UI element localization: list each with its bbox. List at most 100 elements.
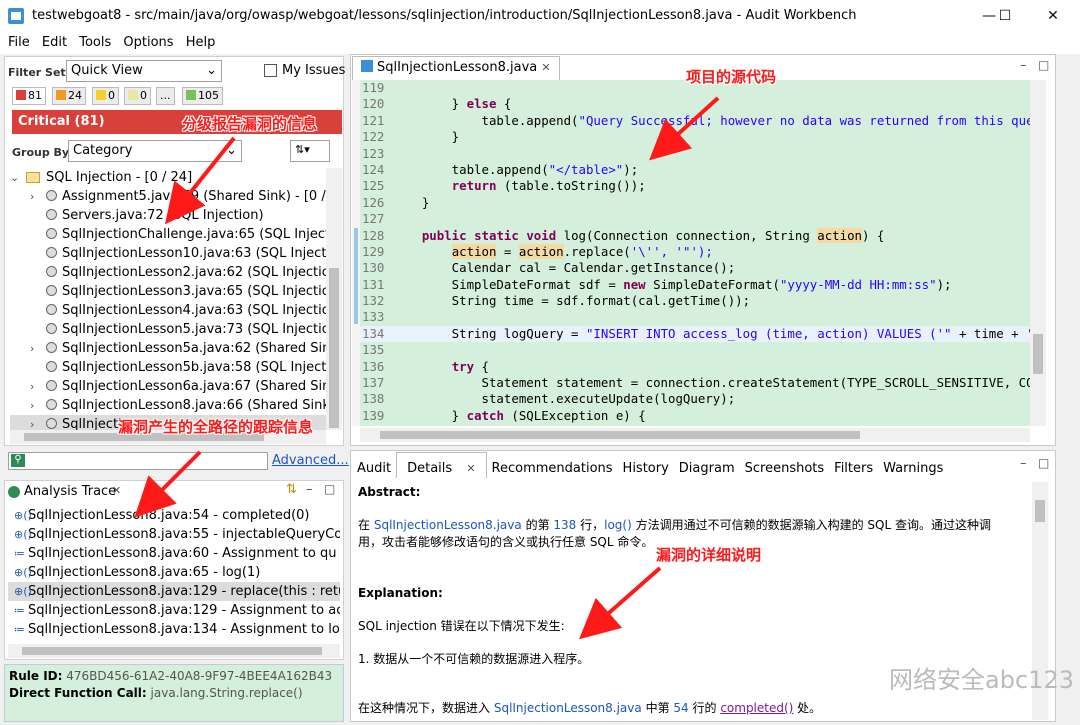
tree-item[interactable]: SqlInjectionLesson4.java:63 (SQL Injecti…	[10, 301, 326, 320]
code-text: } else {	[392, 96, 512, 112]
trace-item[interactable]: ⊕() SqlInjectionLesson8.java:129 - replac…	[8, 582, 340, 601]
tab-audit[interactable]: Audit	[352, 457, 396, 476]
minimize-view-icon[interactable]: –	[1020, 456, 1027, 471]
link-icon[interactable]: ⇅	[286, 482, 297, 497]
chevron-down-icon: ⌄	[10, 171, 20, 184]
severity-tab-critical[interactable]: 81	[12, 87, 46, 105]
tree-item[interactable]: SqlInjectionLesson2.java:62 (SQL Injecti…	[10, 263, 326, 282]
editor-tab[interactable]: SqlInjectionLesson8.java ✕	[352, 56, 560, 80]
chevron-right-icon[interactable]: ›	[30, 396, 42, 415]
chevron-right-icon[interactable]: ›	[30, 339, 42, 358]
abstract-text: 在 SqlInjectionLesson8.java 的第 138 行，log(…	[358, 517, 1030, 534]
trace-item[interactable]: ⊕() SqlInjectionLesson8.java:55 - injecta…	[8, 525, 340, 544]
trace-panel-icon	[8, 486, 20, 498]
sort-icon: ⇅▾	[295, 143, 310, 156]
tab-filters[interactable]: Filters	[829, 457, 878, 476]
maximize-view-icon[interactable]: □	[1038, 456, 1049, 470]
editor-scrollbar[interactable]	[1030, 80, 1046, 426]
menu-tools[interactable]: Tools	[71, 32, 111, 50]
tree-item[interactable]: Servers.java:72 (SQL Injection)	[10, 206, 326, 225]
group-by-select[interactable]: Category ⌄	[68, 140, 242, 162]
maximize-view-icon[interactable]: □	[324, 482, 335, 496]
minimize-view-icon[interactable]: –	[1020, 58, 1027, 73]
abstract-file-link[interactable]: SqlInjectionLesson8.java	[374, 518, 522, 532]
sort-button[interactable]: ⇅▾	[290, 140, 330, 162]
menu-file[interactable]: File	[0, 32, 30, 50]
tree-item[interactable]: SqlInjectionChallenge.java:65 (SQL Injec…	[10, 225, 326, 244]
severity-tab-all[interactable]: 105	[182, 87, 223, 105]
tree-item[interactable]: › SqlInjectionLesson6a.java:67 (Shared Si…	[10, 377, 326, 396]
editor-tab-label: SqlInjectionLesson8.java	[377, 60, 538, 75]
scrollbar-thumb[interactable]	[22, 647, 322, 655]
tree-category-row[interactable]: ⌄ SQL Injection - [0 / 24]	[10, 168, 326, 187]
completed-method-link[interactable]: completed()	[720, 701, 793, 715]
close-icon[interactable]: ✕	[461, 458, 480, 475]
scrollbar-thumb[interactable]	[1035, 500, 1045, 522]
chevron-right-icon[interactable]: ›	[30, 377, 42, 396]
tree-item[interactable]: › SqlInjectionLesson5a.java:62 (Shared Si…	[10, 339, 326, 358]
close-icon[interactable]: ✕	[112, 484, 121, 497]
trace-hscrollbar[interactable]	[8, 644, 340, 658]
tree-item-label: SqlInjectionLesson6a.java:67 (Shared Sin…	[62, 379, 326, 394]
tab-recommendations[interactable]: Recommendations	[487, 457, 618, 476]
tree-item[interactable]: › Assignment5.java:59 (Shared Sink) - [0 …	[10, 187, 326, 206]
severity-tab-medium[interactable]: 0	[92, 87, 119, 105]
severity-tab-low[interactable]: 0	[124, 87, 151, 105]
severity-tab-more[interactable]: ...	[156, 87, 175, 105]
trace-item[interactable]: ≔ SqlInjectionLesson8.java:129 - Assignme…	[8, 601, 340, 620]
filter-set-select[interactable]: Quick View ⌄	[66, 60, 222, 82]
trace-item[interactable]: ≔ SqlInjectionLesson8.java:60 - Assignmen…	[8, 544, 340, 563]
severity-count: 81	[28, 89, 42, 102]
all-color-icon	[186, 90, 196, 100]
tab-warnings[interactable]: Warnings	[878, 457, 948, 476]
issue-icon	[46, 247, 57, 258]
scrollbar-thumb[interactable]	[329, 268, 339, 428]
trace-item[interactable]: ⊕() SqlInjectionLesson8.java:65 - log(1)	[8, 563, 340, 582]
text: 在	[358, 518, 374, 532]
trace-item-label: SqlInjectionLesson8.java:65 - log(1)	[28, 565, 261, 580]
search-input[interactable]: ⚲	[8, 452, 268, 470]
tree-item[interactable]: SqlInjectionLesson10.java:63 (SQL Inject…	[10, 244, 326, 263]
tree-scrollbar[interactable]	[326, 168, 342, 430]
chevron-right-icon[interactable]: ›	[30, 187, 42, 206]
tree-item[interactable]: › SqlInjectionLesson8.java:66 (Shared Sin…	[10, 396, 326, 415]
code-text: String time = sdf.format(cal.getTime());	[392, 293, 751, 309]
close-icon[interactable]: ✕	[541, 61, 550, 74]
editor-hscrollbar[interactable]	[360, 428, 1030, 442]
abstract-method-link[interactable]: log()	[604, 518, 632, 532]
my-issues-checkbox[interactable]	[264, 64, 277, 77]
tree-item[interactable]: SqlInjectionLesson5b.java:58 (SQL Inject…	[10, 358, 326, 377]
tab-details[interactable]: Details ✕	[396, 452, 487, 478]
code-line: 132 String time = sdf.format(cal.getTime…	[360, 293, 1030, 309]
maximize-view-icon[interactable]: □	[1038, 58, 1049, 72]
tree-item[interactable]: SqlInjectionLesson5.java:73 (SQL Injecti…	[10, 320, 326, 339]
scrollbar-thumb[interactable]	[1033, 334, 1043, 374]
tree-item-content: Assignment5.java:59 (Shared Sink) - [0 /…	[46, 187, 326, 206]
issue-icon	[46, 380, 57, 391]
chevron-right-icon[interactable]: ›	[30, 415, 42, 430]
medium-color-icon	[96, 90, 106, 100]
line-number: 120	[362, 96, 385, 112]
code-line: 123	[360, 146, 1030, 162]
severity-tab-high[interactable]: 24	[52, 87, 86, 105]
scrollbar-thumb[interactable]	[380, 431, 860, 439]
severity-count: ...	[160, 89, 171, 102]
menu-edit[interactable]: Edit	[34, 32, 67, 50]
tab-diagram[interactable]: Diagram	[674, 457, 740, 476]
trace-item[interactable]: ⊕() SqlInjectionLesson8.java:54 - complet…	[8, 506, 340, 525]
maximize-button[interactable]: ☐	[982, 0, 1028, 32]
issue-icon	[46, 399, 57, 410]
title-bar: testwebgoat8 - src/main/java/org/owasp/w…	[0, 0, 1080, 32]
code-line: 126 }	[360, 195, 1030, 211]
explanation-file-link[interactable]: SqlInjectionLesson8.java	[494, 701, 642, 715]
close-button[interactable]: ✕	[1030, 0, 1076, 32]
menu-options[interactable]: Options	[115, 32, 173, 50]
code-area[interactable]: 119 120 } else {121 table.append("Query S…	[360, 80, 1030, 426]
menu-help[interactable]: Help	[178, 32, 216, 50]
tab-history[interactable]: History	[618, 457, 674, 476]
advanced-search-link[interactable]: Advanced...	[272, 453, 349, 468]
tree-item[interactable]: SqlInjectionLesson3.java:65 (SQL Injecti…	[10, 282, 326, 301]
tab-screenshots[interactable]: Screenshots	[740, 457, 830, 476]
trace-item[interactable]: ≔ SqlInjectionLesson8.java:134 - Assignme…	[8, 620, 340, 639]
minimize-view-icon[interactable]: –	[306, 482, 313, 497]
